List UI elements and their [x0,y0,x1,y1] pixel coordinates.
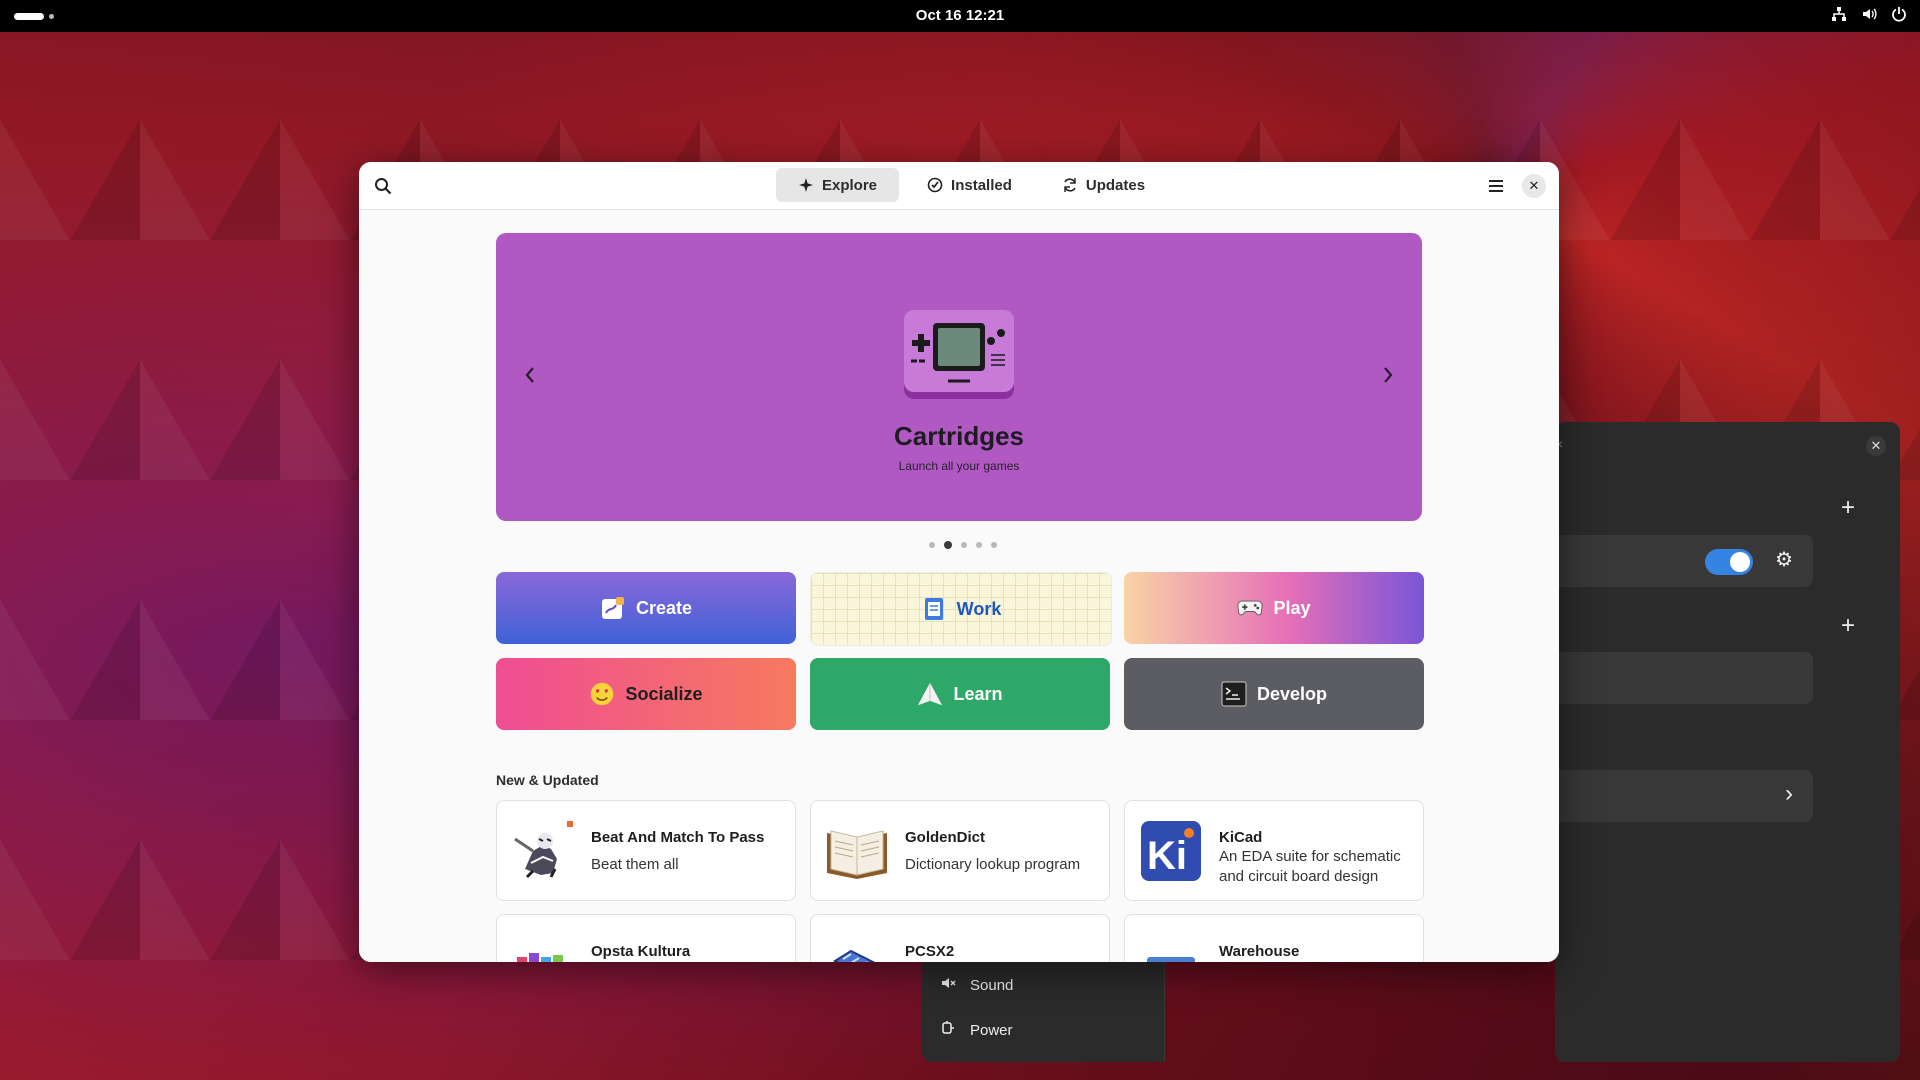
tab-updates[interactable]: Updates [1040,168,1167,202]
carousel-indicator[interactable] [929,541,997,549]
gamepad-icon [1237,595,1264,621]
menu-divider [1164,962,1165,1062]
menu-item-label: Power [970,1021,1013,1039]
category-learn[interactable]: Learn [810,658,1110,730]
panel-close-button[interactable]: ✕ [1866,436,1886,456]
carousel-dot[interactable] [976,542,982,548]
category-work[interactable]: Work [810,572,1112,646]
clock[interactable]: Oct 16 12:21 [0,7,1920,24]
app-card[interactable]: Ki KiCad An EDA suite for schematic and … [1124,800,1424,901]
app-card[interactable]: GoldenDict Dictionary lookup program [810,800,1110,901]
explore-page: Cartridges Launch all your games Create … [359,210,1559,962]
emoji-icon [589,681,615,707]
app-card[interactable]: Beat And Match To Pass Beat them all [496,800,796,901]
carousel-dot[interactable] [991,542,997,548]
app-card[interactable]: PCSX2 [810,914,1110,962]
volume-icon[interactable] [1860,6,1878,27]
tab-installed[interactable]: Installed [905,168,1034,202]
view-switcher: Explore Installed Updates [776,168,1167,202]
add-icon[interactable]: + [1836,614,1860,638]
category-develop[interactable]: Develop [1124,658,1424,730]
app-description: Beat them all [591,856,679,873]
goldendict-icon [827,830,887,879]
menu-item-label: Sound [970,976,1014,994]
app-name: Beat And Match To Pass [591,829,765,846]
kicad-icon: Ki [1141,821,1201,881]
chevron-left-icon [525,367,534,383]
category-label: Develop [1256,683,1328,704]
featured-app-subtitle: Launch all your games [898,459,1020,473]
refresh-icon [1064,178,1076,192]
menu-item-sound[interactable]: Sound [940,975,1013,995]
network-icon[interactable] [1830,6,1848,27]
carousel-prev-button[interactable] [516,361,544,389]
search-button[interactable] [369,172,397,200]
category-label: Create [635,597,693,618]
tab-explore[interactable]: Explore [776,168,900,202]
app-name: Warehouse [1219,943,1300,960]
tab-label: Updates [1085,176,1146,194]
search-icon [375,178,392,195]
category-label: Play [1273,597,1311,618]
explore-icon [799,178,813,192]
main-menu-button[interactable] [1483,173,1509,199]
app-description: An EDA suite for schematic and circuit b… [1219,848,1401,885]
top-bar: Oct 16 12:21 [0,0,1920,32]
svg-text:Ki: Ki [1147,834,1187,878]
enable-toggle[interactable] [1705,549,1753,575]
settings-menu: Sound Power [922,962,1164,1062]
navigation-row[interactable]: › [1555,770,1813,822]
featured-app-title: Cartridges [893,421,1025,451]
learn-icon [917,681,943,707]
terminal-icon [1221,681,1247,707]
warehouse-icon [1147,957,1195,962]
app-name: GoldenDict [905,829,986,846]
cartridges-app-icon [904,310,1014,399]
sound-icon [940,975,956,995]
empty-row[interactable] [1555,652,1813,704]
carousel-dot[interactable] [929,542,935,548]
category-socialize[interactable]: Socialize [496,658,796,730]
add-icon[interactable]: + [1836,496,1860,520]
carousel-next-button[interactable] [1374,361,1402,389]
app-card[interactable]: Opsta Kultura [496,914,796,962]
app-name: Opsta Kultura [591,943,691,960]
create-icon [600,595,626,621]
check-circle-icon [927,177,943,193]
featured-carousel[interactable]: Cartridges Launch all your games [496,233,1422,521]
app-description: Dictionary lookup program [905,856,1081,873]
pcsx2-icon [832,949,876,962]
beat-and-match-icon [514,821,573,879]
header-bar: Explore Installed Updates ✕ [359,162,1559,210]
category-label: Work [956,598,1002,619]
tab-label: Installed [951,176,1012,194]
opsta-kultura-icon [517,953,563,962]
category-create[interactable]: Create [496,572,796,644]
section-title: New & Updated [496,772,599,788]
carousel-dot-active[interactable] [944,541,952,549]
account-row[interactable]: ⚙ [1555,535,1813,587]
category-play[interactable]: Play [1124,572,1424,644]
hamburger-icon [1489,180,1503,192]
menu-item-power[interactable]: Power [940,1020,1013,1040]
gear-icon[interactable]: ⚙ [1775,547,1793,572]
category-label: Learn [953,683,1003,704]
power-icon[interactable] [1890,6,1908,27]
app-card[interactable]: Warehouse [1124,914,1424,962]
close-icon: ✕ [1528,178,1540,193]
software-window: Explore Installed Updates ✕ Cartridges L… [359,162,1559,962]
power-plug-icon [940,1020,956,1040]
tab-label: Explore [822,176,878,194]
app-name: PCSX2 [905,943,955,960]
chevron-right-icon: › [1785,780,1793,807]
category-label: Socialize [625,683,703,704]
work-icon [921,596,947,622]
close-button[interactable]: ✕ [1522,174,1546,198]
app-name: KiCad [1219,829,1263,846]
system-tray[interactable] [1830,6,1908,27]
chevron-right-icon [1384,367,1393,383]
carousel-dot[interactable] [961,542,967,548]
quick-settings-panel: × ✕ + ⚙ + › [1555,422,1900,1062]
